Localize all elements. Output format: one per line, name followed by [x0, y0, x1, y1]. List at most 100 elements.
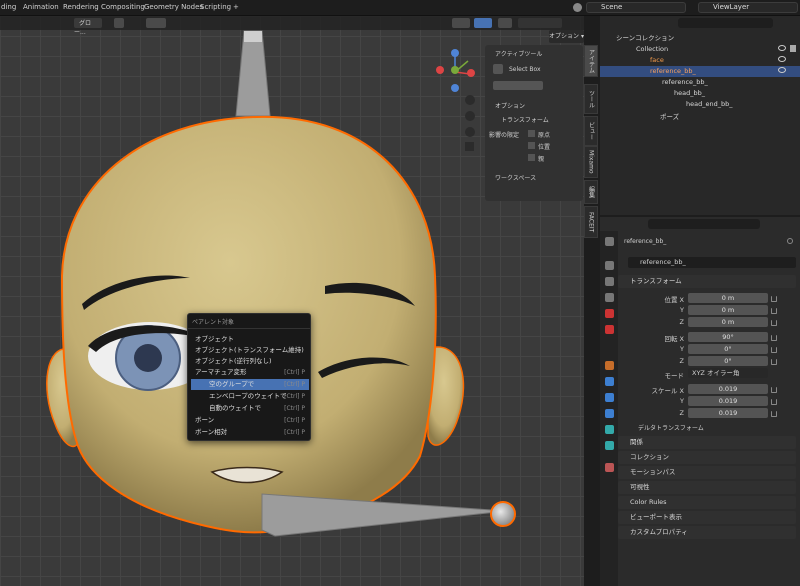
- parent-checkbox[interactable]: [528, 154, 535, 161]
- lock-icon[interactable]: [771, 359, 777, 365]
- modifier-icon[interactable]: [605, 377, 614, 386]
- outliner-search-input[interactable]: [678, 18, 773, 28]
- bone-end-ball[interactable]: [490, 501, 516, 527]
- lock-icon[interactable]: [771, 320, 777, 326]
- gizmo-neg-x-axis[interactable]: [436, 66, 444, 74]
- rotation-x-field[interactable]: 90°: [688, 332, 768, 342]
- physics-icon[interactable]: [605, 393, 614, 402]
- view-layer-icon[interactable]: [605, 293, 614, 302]
- object-icon[interactable]: [605, 361, 614, 370]
- scene-selector[interactable]: Scene: [586, 2, 686, 13]
- transform-panel-header[interactable]: トランスフォーム: [618, 275, 796, 288]
- lock-icon[interactable]: [771, 387, 777, 393]
- transform-header[interactable]: トランスフォーム: [501, 115, 549, 124]
- head-bb-row[interactable]: head_bb_: [600, 88, 800, 99]
- reference-bb-armature-row[interactable]: reference_bb_: [600, 77, 800, 88]
- zoom-icon[interactable]: [465, 95, 475, 105]
- menu-item-armature-deform[interactable]: アーマチュア変形 [Ctrl] P: [191, 367, 309, 378]
- color-rules-panel-header[interactable]: Color Rules: [618, 496, 796, 509]
- menu-item-object-no-inverse[interactable]: オブジェクト(逆行列なし): [191, 356, 309, 367]
- tool-icon[interactable]: [605, 237, 614, 246]
- menu-item-object[interactable]: オブジェクト: [191, 334, 309, 345]
- texture-icon[interactable]: [605, 463, 614, 472]
- tab-mixamo[interactable]: Mixamo: [584, 146, 598, 178]
- bone-icon[interactable]: [605, 441, 614, 450]
- camera-icon[interactable]: [465, 127, 475, 137]
- pan-hand-icon[interactable]: [465, 111, 475, 121]
- head-end-bb-row[interactable]: head_end_bb_: [600, 99, 800, 110]
- tab-rendering[interactable]: Rendering: [63, 3, 99, 11]
- location-checkbox[interactable]: [528, 142, 535, 149]
- rotation-mode-dropdown[interactable]: XYZ オイラー角: [688, 368, 768, 378]
- armature-data-icon[interactable]: [605, 425, 614, 434]
- collections-panel-header[interactable]: コレクション: [618, 451, 796, 464]
- tab-view[interactable]: ビュー: [584, 116, 598, 146]
- ortho-grid-icon[interactable]: [465, 142, 474, 151]
- tab-animation[interactable]: Animation: [23, 3, 59, 11]
- tab-edit[interactable]: 編集: [584, 180, 598, 204]
- location-y-field[interactable]: 0 m: [688, 305, 768, 315]
- reference-bb-object-row[interactable]: reference_bb_: [600, 66, 800, 77]
- visibility-panel-header[interactable]: 可視性: [618, 481, 796, 494]
- scale-y-field[interactable]: 0.019: [688, 396, 768, 406]
- gizmo-y-axis[interactable]: [451, 66, 459, 74]
- origin-checkbox[interactable]: [528, 130, 535, 137]
- menu-item-object-keep-transform[interactable]: オブジェクト(トランスフォーム維持): [191, 345, 309, 356]
- object-name-field[interactable]: reference_bb_: [628, 257, 796, 268]
- motion-paths-panel-header[interactable]: モーションパス: [618, 466, 796, 479]
- menu-item-bone[interactable]: ボーン [Ctrl] P: [191, 415, 309, 426]
- add-workspace-button[interactable]: +: [233, 3, 239, 11]
- 3d-viewport[interactable]: グロー... オプション ▾ アクティブツール Select Box オプション…: [0, 16, 584, 586]
- lock-icon[interactable]: [771, 347, 777, 353]
- bottom-bone[interactable]: [261, 493, 507, 537]
- lock-icon[interactable]: [771, 296, 777, 302]
- viewport-display-panel-header[interactable]: ビューポート表示: [618, 511, 796, 524]
- location-z-field[interactable]: 0 m: [688, 317, 768, 327]
- menu-item-automatic-weights[interactable]: 自動のウェイトで [Ctrl] P: [191, 403, 309, 414]
- delta-transform-header[interactable]: デルタトランスフォーム: [638, 423, 704, 432]
- scale-z-field[interactable]: 0.019: [688, 408, 768, 418]
- pin-icon[interactable]: [787, 238, 793, 244]
- active-tool-header[interactable]: アクティブツール: [495, 49, 542, 58]
- tab-modeling[interactable]: ding: [1, 3, 16, 11]
- properties-search-input[interactable]: [648, 219, 760, 229]
- lock-icon[interactable]: [771, 308, 777, 314]
- camera-icon[interactable]: [790, 45, 796, 52]
- world-icon[interactable]: [605, 325, 614, 334]
- tab-geometry-nodes[interactable]: Geometry Nodes: [144, 3, 203, 11]
- tab-faceit[interactable]: FACEIT: [584, 206, 598, 238]
- tab-compositing[interactable]: Compositing: [101, 3, 145, 11]
- menu-item-bone-relative[interactable]: ボーン相対 [Ctrl] P: [191, 427, 309, 438]
- eye-icon[interactable]: [778, 56, 786, 62]
- tab-item[interactable]: アイテム: [584, 45, 598, 77]
- eye-icon[interactable]: [778, 45, 786, 51]
- eye-icon[interactable]: [778, 67, 786, 73]
- gizmo-x-axis[interactable]: [467, 69, 475, 77]
- workspace-header[interactable]: ワークスペース: [495, 173, 536, 182]
- select-box-icon[interactable]: [493, 64, 503, 74]
- scale-x-field[interactable]: 0.019: [688, 384, 768, 394]
- render-icon[interactable]: [605, 261, 614, 270]
- options-header[interactable]: オプション: [495, 101, 525, 110]
- lock-icon[interactable]: [771, 335, 777, 341]
- tab-tool[interactable]: ツール: [584, 84, 598, 114]
- menu-item-empty-groups[interactable]: 空のグループで [Ctrl] P: [191, 379, 309, 390]
- top-bone[interactable]: [235, 30, 271, 117]
- rotation-z-field[interactable]: 0°: [688, 356, 768, 366]
- pose-row[interactable]: ポーズ: [600, 112, 800, 123]
- location-x-field[interactable]: 0 m: [688, 293, 768, 303]
- gizmo-neg-z-axis[interactable]: [451, 84, 459, 92]
- scene-collection-row[interactable]: シーンコレクション: [600, 33, 800, 44]
- face-row[interactable]: face: [600, 55, 800, 66]
- selection-mode-buttons[interactable]: [493, 81, 543, 90]
- gizmo-z-axis[interactable]: [451, 49, 459, 57]
- tab-scripting[interactable]: Scripting: [200, 3, 231, 11]
- viewlayer-selector[interactable]: ViewLayer: [698, 2, 798, 13]
- lock-icon[interactable]: [771, 399, 777, 405]
- rotation-y-field[interactable]: 0°: [688, 344, 768, 354]
- collection-row[interactable]: Collection: [600, 44, 800, 55]
- custom-properties-panel-header[interactable]: カスタムプロパティ: [618, 526, 796, 539]
- relations-panel-header[interactable]: 関係: [618, 436, 796, 449]
- constraint-icon[interactable]: [605, 409, 614, 418]
- lock-icon[interactable]: [771, 411, 777, 417]
